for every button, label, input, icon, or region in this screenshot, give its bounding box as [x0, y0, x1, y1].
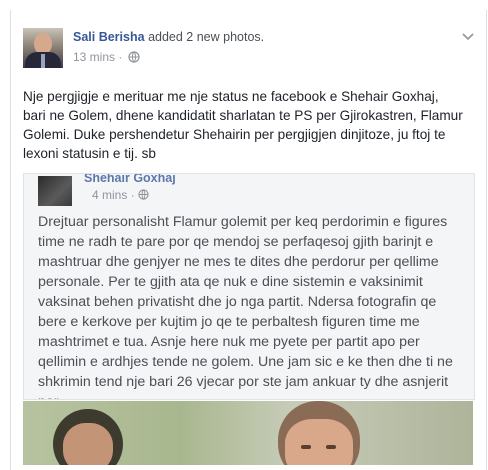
meta-separator: · — [118, 50, 123, 64]
author-name[interactable]: Sali Berisha — [73, 30, 145, 44]
photo-eye — [326, 445, 336, 449]
photo-eye — [301, 445, 311, 449]
post-timestamp[interactable]: 13 mins — [73, 50, 115, 64]
embedded-meta: 4 mins · — [92, 188, 149, 202]
embedded-timestamp: 4 mins — [92, 188, 128, 202]
post-status-text: Nje pergjigje e merituar me nje status n… — [23, 89, 463, 161]
photo-person-left-face — [63, 423, 113, 465]
post-header: Sali Berisha added 2 new photos. — [73, 30, 264, 44]
embedded-globe-icon — [138, 188, 149, 202]
facebook-post: Sali Berisha added 2 new photos. 13 mins… — [10, 10, 487, 470]
author-avatar[interactable] — [23, 28, 63, 68]
chevron-down-icon[interactable] — [460, 28, 476, 44]
embedded-post-screenshot[interactable]: Shehair Goxhaj 4 mins · Drejtuar persona… — [23, 173, 475, 400]
avatar-tie — [41, 54, 45, 68]
post-photo[interactable] — [23, 401, 473, 465]
embedded-separator: · — [130, 188, 135, 202]
post-action: added 2 new photos. — [148, 30, 265, 44]
post-meta: 13 mins · — [73, 50, 140, 66]
globe-icon — [128, 51, 140, 66]
photo-person-right-face — [285, 419, 353, 465]
embedded-avatar — [38, 176, 72, 206]
embedded-author-name: Shehair Goxhaj — [84, 173, 176, 185]
embedded-status-text: Drejtuar personalisht Flamur golemit per… — [38, 214, 453, 399]
